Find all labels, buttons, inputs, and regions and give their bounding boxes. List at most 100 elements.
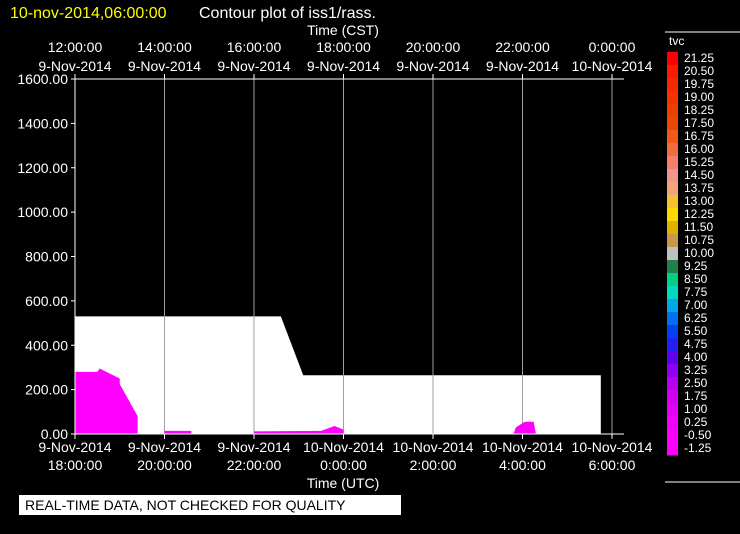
legend-swatch [667, 299, 678, 313]
legend-swatch [667, 208, 678, 222]
legend-label: 4.75 [684, 337, 708, 351]
legend-label: 1.00 [684, 402, 708, 416]
legend-swatch [667, 104, 678, 118]
top-tick-time: 16:00:00 [227, 39, 282, 55]
x-top-axis-label: Time (CST) [307, 22, 379, 38]
x-bottom-axis-label: Time (UTC) [307, 475, 380, 491]
legend-label: 13.75 [684, 181, 714, 195]
legend-swatch [667, 390, 678, 404]
bottom-tick-time: 4:00:00 [499, 457, 546, 473]
legend-title: tvc [669, 34, 684, 48]
legend-swatch [667, 78, 678, 92]
legend-label: 13.00 [684, 194, 714, 208]
legend-label: 21.25 [684, 51, 714, 65]
legend-label: 4.00 [684, 350, 708, 364]
legend-label: 17.50 [684, 116, 714, 130]
legend-label: -1.25 [684, 441, 712, 455]
legend-label: 11.50 [684, 220, 713, 234]
legend-swatch [667, 182, 678, 196]
legend-label: 12.25 [684, 207, 714, 221]
legend-label: 6.25 [684, 311, 708, 325]
y-tick-label: 400.00 [25, 337, 68, 353]
legend-swatch [667, 65, 678, 79]
legend-swatch [667, 273, 678, 287]
legend-swatch [667, 169, 678, 183]
legend-swatch [667, 403, 678, 417]
top-tick-date: 9-Nov-2014 [217, 58, 290, 74]
chart-title: Contour plot of iss1/rass. [199, 5, 376, 22]
legend-swatch [667, 429, 678, 443]
legend: 21.2520.5019.7519.0018.2517.5016.7516.00… [665, 31, 740, 483]
legend-swatch [667, 117, 678, 131]
legend-label: 16.75 [684, 129, 714, 143]
legend-swatch [667, 312, 678, 326]
legend-label: 19.00 [684, 90, 714, 104]
header-timestamp: 10-nov-2014,06:00:00 [10, 5, 167, 22]
legend-label: 10.00 [684, 246, 714, 260]
legend-swatch [667, 130, 678, 144]
legend-swatch [667, 416, 678, 430]
bottom-tick-date: 10-Nov-2014 [482, 439, 563, 455]
top-tick-date: 9-Nov-2014 [38, 58, 111, 74]
legend-swatch [667, 351, 678, 365]
top-tick-time: 0:00:00 [589, 39, 636, 55]
bottom-tick-time: 20:00:00 [137, 457, 192, 473]
top-tick-date: 9-Nov-2014 [396, 58, 469, 74]
legend-label: 1.75 [684, 389, 708, 403]
top-tick-time: 12:00:00 [48, 39, 103, 55]
bottom-tick-time: 2:00:00 [410, 457, 457, 473]
bottom-tick-time: 6:00:00 [589, 457, 636, 473]
y-tick-label: 800.00 [25, 249, 68, 265]
legend-label: 16.00 [684, 142, 714, 156]
legend-label: 20.50 [684, 64, 714, 78]
legend-swatch [667, 260, 678, 274]
top-tick-time: 20:00:00 [406, 39, 461, 55]
bottom-tick-time: 0:00:00 [320, 457, 367, 473]
contour-chart: 10-nov-2014,06:00:00 Contour plot of iss… [10, 5, 740, 491]
legend-label: 8.50 [684, 272, 708, 286]
top-tick-date: 9-Nov-2014 [307, 58, 380, 74]
bottom-tick-date: 9-Nov-2014 [38, 439, 111, 455]
top-tick-time: 18:00:00 [316, 39, 371, 55]
legend-label: 15.25 [684, 155, 714, 169]
y-tick-label: 200.00 [25, 382, 68, 398]
legend-swatch [667, 286, 678, 300]
legend-swatch [667, 247, 678, 261]
legend-swatch [667, 52, 678, 66]
top-tick-time: 14:00:00 [137, 39, 192, 55]
y-tick-label: 600.00 [25, 293, 68, 309]
bottom-tick-date: 10-Nov-2014 [303, 439, 384, 455]
bottom-tick-date: 10-Nov-2014 [572, 439, 653, 455]
y-tick-label: 1400.00 [17, 115, 68, 131]
legend-swatch [667, 143, 678, 157]
legend-label: 7.75 [684, 285, 708, 299]
legend-label: -0.50 [684, 428, 712, 442]
data-quality-notice: REAL-TIME DATA, NOT CHECKED FOR QUALITY [19, 495, 401, 515]
legend-label: 3.25 [684, 363, 708, 377]
top-tick-date: 10-Nov-2014 [572, 58, 653, 74]
bottom-tick-time: 22:00:00 [227, 457, 282, 473]
legend-label: 2.50 [684, 376, 708, 390]
legend-label: 19.75 [684, 77, 714, 91]
legend-swatch [667, 338, 678, 352]
top-tick-date: 9-Nov-2014 [128, 58, 201, 74]
legend-label: 7.00 [684, 298, 708, 312]
y-tick-label: 1200.00 [17, 160, 68, 176]
top-tick-date: 9-Nov-2014 [486, 58, 559, 74]
y-tick-label: 1000.00 [17, 204, 68, 220]
legend-label: 10.75 [684, 233, 714, 247]
bottom-tick-date: 9-Nov-2014 [217, 439, 290, 455]
legend-label: 5.50 [684, 324, 708, 338]
legend-swatch [667, 364, 678, 378]
legend-swatch [667, 325, 678, 339]
legend-label: 18.25 [684, 103, 714, 117]
legend-label: 0.25 [684, 415, 708, 429]
coverage-region [75, 316, 601, 434]
bottom-tick-date: 9-Nov-2014 [128, 439, 201, 455]
legend-swatch [667, 377, 678, 391]
legend-swatch [667, 442, 678, 456]
bottom-tick-time: 18:00:00 [48, 457, 103, 473]
bottom-tick-date: 10-Nov-2014 [393, 439, 474, 455]
legend-label: 9.25 [684, 259, 708, 273]
legend-swatch [667, 195, 678, 209]
